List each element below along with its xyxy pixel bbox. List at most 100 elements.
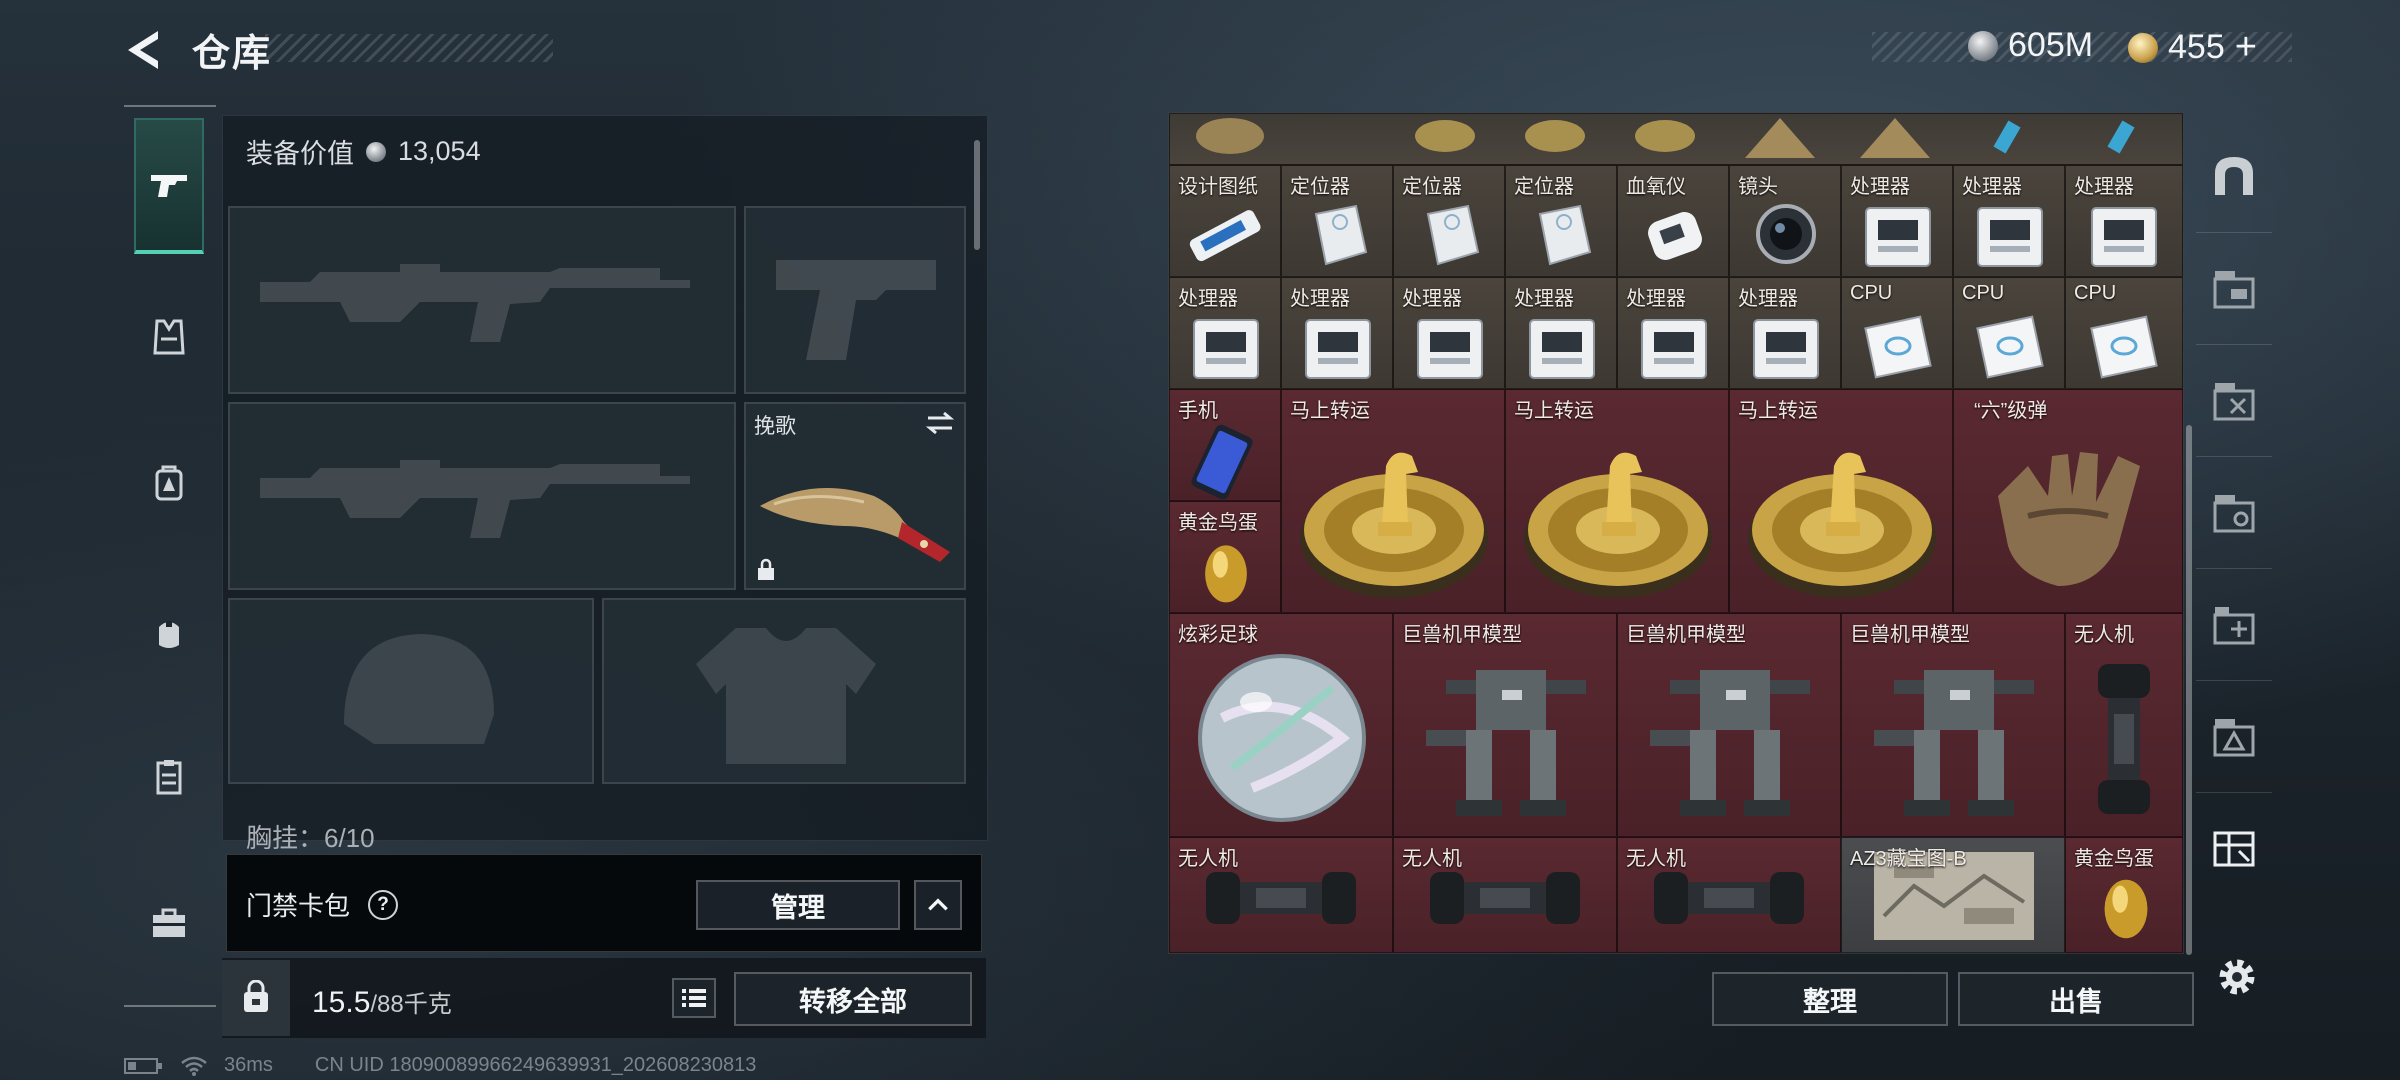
tab-case[interactable] <box>134 888 204 958</box>
backpack-icon <box>155 465 183 501</box>
storage-item-26[interactable]: 巨兽机甲模型 <box>1617 613 1841 837</box>
item-label: CPU <box>2074 282 2117 304</box>
tab-storage-main[interactable] <box>2196 120 2272 233</box>
equipment-value: 装备价值 13,054 <box>246 132 481 171</box>
list-view-button[interactable] <box>672 978 716 1018</box>
title-decoration <box>265 34 553 62</box>
item-label: 定位器 <box>1290 176 1350 198</box>
tab-pouch[interactable] <box>134 598 204 668</box>
locator-icon <box>1426 204 1480 266</box>
iridescent-ball-icon <box>1198 654 1366 822</box>
tab-storage-2[interactable] <box>2196 232 2272 345</box>
sort-button[interactable]: 整理 <box>1712 972 1948 1026</box>
storage-item-21[interactable]: 马上转运 <box>1729 389 1953 613</box>
drone-icon <box>1206 872 1356 924</box>
storage-item-0[interactable]: 设计图纸 <box>1169 165 1281 277</box>
melee-slot[interactable]: 挽歌 <box>744 402 966 590</box>
manage-button[interactable]: 管理 <box>696 880 900 930</box>
storage-scrollbar[interactable] <box>2186 425 2192 955</box>
back-button[interactable] <box>120 25 170 75</box>
storage-item-17[interactable]: CPU <box>2065 277 2183 389</box>
tab-storage-3[interactable] <box>2196 344 2272 457</box>
storage-item-11[interactable]: 处理器 <box>1393 277 1505 389</box>
silver-coin-icon <box>366 141 386 162</box>
secondary-weapon-slot[interactable] <box>228 402 736 590</box>
storage-item-33[interactable]: 黄金鸟蛋 <box>2065 837 2183 953</box>
storage-item-8[interactable]: 处理器 <box>2065 165 2183 277</box>
primary-weapon-slot[interactable] <box>228 206 736 394</box>
melee-slot-label: 挽歌 <box>754 415 796 438</box>
tab-armor[interactable] <box>134 302 204 372</box>
storage-grid: 设计图纸 定位器 定位器 定位器 血氧仪 镜头 处理器 处理器 处理器 处理器 … <box>1168 112 2184 954</box>
add-currency-icon[interactable]: + <box>2235 26 2257 69</box>
storage-item-15[interactable]: CPU <box>1841 277 1953 389</box>
storage-item-12[interactable]: 处理器 <box>1505 277 1617 389</box>
storage-item-29[interactable]: 无人机 <box>1169 837 1393 953</box>
item-label: 巨兽机甲模型 <box>1402 624 1522 646</box>
rail-divider-top <box>124 105 216 107</box>
loadout-scrollbar[interactable] <box>974 140 980 250</box>
armor-slot[interactable] <box>602 598 966 784</box>
item-label: 无人机 <box>2074 624 2134 646</box>
pistol-icon <box>151 175 187 197</box>
storage-item-19[interactable]: 马上转运 <box>1281 389 1505 613</box>
cpu-icon <box>1976 315 2044 379</box>
storage-item-22[interactable]: “六”级弹 <box>1953 389 2183 613</box>
wifi-icon <box>181 1056 207 1076</box>
storage-item-14[interactable]: 处理器 <box>1729 277 1841 389</box>
expand-button[interactable] <box>914 880 962 930</box>
storage-item-10[interactable]: 处理器 <box>1281 277 1393 389</box>
storage-item-28[interactable]: 无人机 <box>2065 613 2183 837</box>
storage-item-6[interactable]: 处理器 <box>1841 165 1953 277</box>
storage-item-5[interactable]: 镜头 <box>1729 165 1841 277</box>
storage-item-4[interactable]: 血氧仪 <box>1617 165 1729 277</box>
item-label: 马上转运 <box>1514 400 1594 422</box>
tab-storage-7[interactable] <box>2196 792 2272 904</box>
storage-item-16[interactable]: CPU <box>1953 277 2065 389</box>
tab-storage-6[interactable] <box>2196 680 2272 793</box>
helmet-slot[interactable] <box>228 598 594 784</box>
storage-item-1[interactable]: 定位器 <box>1281 165 1393 277</box>
storage-item-2[interactable]: 定位器 <box>1393 165 1505 277</box>
item-label: AZ3藏宝图-B <box>1850 848 1967 870</box>
tab-container[interactable] <box>134 742 204 812</box>
tab-weapons[interactable] <box>134 118 204 254</box>
equipment-value-label: 装备价值 <box>246 139 354 169</box>
swap-icon[interactable] <box>924 410 956 436</box>
storage-item-27[interactable]: 巨兽机甲模型 <box>1841 613 2065 837</box>
clipboard-icon <box>156 760 182 795</box>
tab-backpack[interactable] <box>134 448 204 518</box>
silver-coin-icon <box>1968 30 1998 61</box>
item-label: CPU <box>1962 282 2005 304</box>
item-label: 处理器 <box>1178 288 1238 310</box>
tab-storage-5[interactable] <box>2196 568 2272 681</box>
storage-item-9[interactable]: 处理器 <box>1169 277 1281 389</box>
item-label: 定位器 <box>1514 176 1574 198</box>
storage-item-32[interactable]: AZ3藏宝图-B <box>1841 837 2065 953</box>
battery-icon <box>124 1057 162 1074</box>
storage-item-23[interactable]: 黄金鸟蛋 <box>1169 501 1281 613</box>
storage-item-31[interactable]: 无人机 <box>1617 837 1841 953</box>
help-icon[interactable]: ? <box>368 889 399 920</box>
storage-item-20[interactable]: 马上转运 <box>1505 389 1729 613</box>
storage-item-30[interactable]: 无人机 <box>1393 837 1617 953</box>
sell-button[interactable]: 出售 <box>1958 972 2194 1026</box>
lock-icon <box>758 558 774 580</box>
transfer-all-button[interactable]: 转移全部 <box>734 972 972 1026</box>
sidearm-slot[interactable] <box>744 206 966 394</box>
processor-icon <box>2091 207 2157 267</box>
bag-weight-button[interactable] <box>222 960 290 1036</box>
gold-currency[interactable]: 455 + <box>2128 26 2257 69</box>
tab-storage-4[interactable] <box>2196 456 2272 569</box>
status-bar: 36ms CN UID 18090089966249639931_2026082… <box>124 1054 756 1077</box>
storage-item-24[interactable]: 炫彩足球 <box>1169 613 1393 837</box>
storage-item-25[interactable]: 巨兽机甲模型 <box>1393 613 1617 837</box>
storage-item-13[interactable]: 处理器 <box>1617 277 1729 389</box>
settings-button[interactable] <box>2212 952 2262 1002</box>
storage-item-18[interactable]: 手机 <box>1169 389 1281 501</box>
storage-item-3[interactable]: 定位器 <box>1505 165 1617 277</box>
storage-item-7[interactable]: 处理器 <box>1953 165 2065 277</box>
drone-icon <box>1654 872 1804 924</box>
item-label: 黄金鸟蛋 <box>2074 848 2154 870</box>
carry-weight: 15.5/88千克 <box>312 984 452 1020</box>
